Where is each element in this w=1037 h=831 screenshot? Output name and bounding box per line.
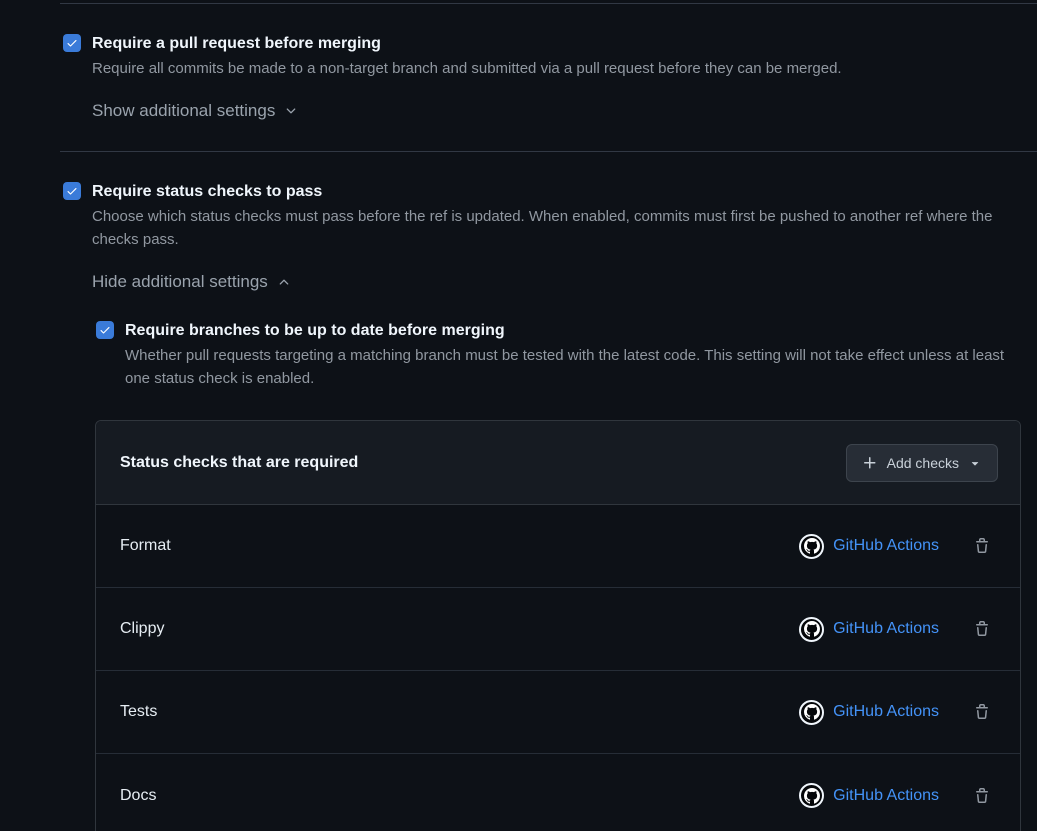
rule-description: Require all commits be made to a non-tar… — [92, 57, 1037, 80]
rule-section-pull-request: Require a pull request before merging Re… — [60, 4, 1037, 151]
toggle-label: Show additional settings — [92, 101, 275, 121]
status-check-name: Clippy — [120, 620, 164, 638]
chevron-down-icon — [284, 104, 298, 118]
status-check-source-link[interactable]: GitHub Actions — [833, 620, 939, 638]
octocat-icon — [804, 538, 820, 554]
add-checks-label: Add checks — [887, 455, 959, 471]
add-checks-button[interactable]: Add checks — [846, 444, 998, 482]
toggle-label: Hide additional settings — [92, 272, 268, 292]
status-check-name: Docs — [120, 787, 156, 805]
status-check-name: Format — [120, 537, 171, 555]
octocat-icon — [804, 788, 820, 804]
require-pull-request-checkbox[interactable] — [63, 34, 81, 52]
trash-icon — [974, 788, 990, 804]
panel-title: Status checks that are required — [120, 454, 358, 472]
dropdown-caret-icon — [968, 456, 982, 470]
rule-description: Whether pull requests targeting a matchi… — [125, 344, 1010, 390]
sub-setting-up-to-date: Require branches to be up to date before… — [92, 319, 1037, 390]
status-check-row: Clippy GitHub Actions — [96, 588, 1020, 671]
status-check-row: Docs GitHub Actions — [96, 754, 1020, 831]
github-logo-icon — [799, 617, 824, 642]
rule-title: Require status checks to pass — [92, 180, 1037, 204]
rule-section-status-checks: Require status checks to pass Choose whi… — [60, 152, 1037, 831]
rule-title: Require branches to be up to date before… — [125, 319, 1037, 343]
require-status-checks-checkbox[interactable] — [63, 182, 81, 200]
require-up-to-date-checkbox[interactable] — [96, 321, 114, 339]
rule-description: Choose which status checks must pass bef… — [92, 205, 1032, 251]
remove-check-button[interactable] — [974, 704, 990, 720]
github-logo-icon — [799, 783, 824, 808]
plus-icon — [862, 455, 878, 471]
trash-icon — [974, 538, 990, 554]
octocat-icon — [804, 704, 820, 720]
trash-icon — [974, 621, 990, 637]
chevron-up-icon — [277, 275, 291, 289]
status-check-source-link[interactable]: GitHub Actions — [833, 703, 939, 721]
hide-additional-settings-toggle[interactable]: Hide additional settings — [92, 272, 291, 292]
show-additional-settings-toggle[interactable]: Show additional settings — [92, 101, 298, 121]
status-check-name: Tests — [120, 703, 157, 721]
status-checks-panel: Status checks that are required Add chec… — [95, 420, 1021, 831]
checkmark-icon — [99, 324, 111, 336]
branch-rules-settings: Require a pull request before merging Re… — [60, 3, 1037, 831]
github-logo-icon — [799, 534, 824, 559]
rule-title: Require a pull request before merging — [92, 32, 1037, 56]
status-check-source-link[interactable]: GitHub Actions — [833, 537, 939, 555]
status-check-row: Tests GitHub Actions — [96, 671, 1020, 754]
trash-icon — [974, 704, 990, 720]
remove-check-button[interactable] — [974, 621, 990, 637]
checkmark-icon — [66, 185, 78, 197]
github-logo-icon — [799, 700, 824, 725]
octocat-icon — [804, 621, 820, 637]
checkmark-icon — [66, 37, 78, 49]
status-check-source-link[interactable]: GitHub Actions — [833, 787, 939, 805]
status-check-row: Format GitHub Actions — [96, 505, 1020, 588]
remove-check-button[interactable] — [974, 788, 990, 804]
remove-check-button[interactable] — [974, 538, 990, 554]
status-checks-panel-header: Status checks that are required Add chec… — [96, 421, 1020, 505]
